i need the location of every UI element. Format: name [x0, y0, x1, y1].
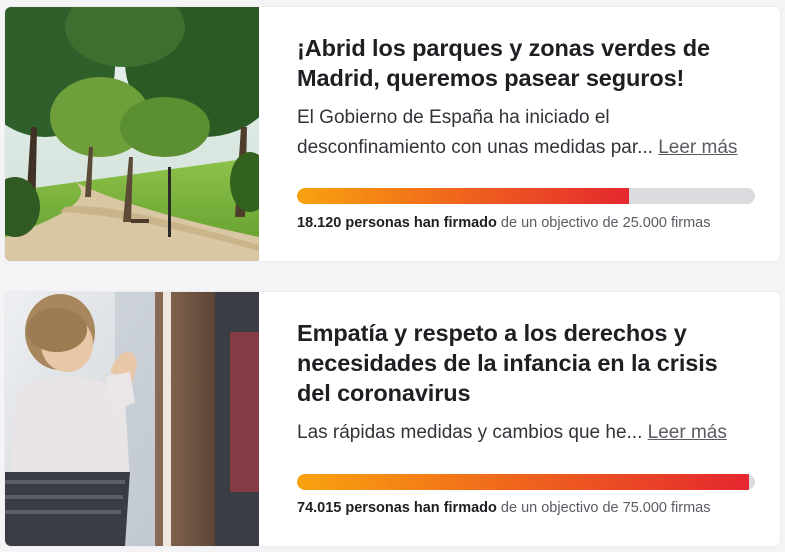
- child-at-window-photo: [5, 292, 259, 546]
- signature-goal: de un objectivo de 75.000 firmas: [500, 500, 711, 516]
- signature-count-label: personas han firmado: [345, 500, 497, 516]
- signature-stats: 18.120 personas han firmado de un object…: [297, 215, 710, 231]
- petition-list: ¡Abrid los parques y zonas verdes de Mad…: [0, 0, 785, 552]
- petition-description: Las rápidas medidas y cambios que he... …: [297, 418, 756, 448]
- read-more-link[interactable]: Leer más: [648, 422, 727, 443]
- petition-description-text: Las rápidas medidas y cambios que he...: [297, 422, 643, 443]
- petition-description-text: El Gobierno de España ha iniciado el des…: [297, 107, 653, 158]
- signature-count-label: personas han firmado: [345, 215, 497, 231]
- read-more-link[interactable]: Leer más: [658, 137, 737, 158]
- park-photo: [5, 7, 259, 261]
- petition-body: ¡Abrid los parques y zonas verdes de Mad…: [259, 7, 780, 261]
- signature-progress-bar: [297, 188, 755, 204]
- signature-progress-bar: [297, 474, 755, 490]
- petition-card[interactable]: ¡Abrid los parques y zonas verdes de Mad…: [5, 7, 780, 261]
- signature-goal: de un objectivo de 25.000 firmas: [500, 215, 711, 231]
- petition-description: El Gobierno de España ha iniciado el des…: [297, 103, 756, 163]
- signature-count: 74.015: [297, 500, 342, 516]
- petition-title[interactable]: Empatía y respeto a los derechos y neces…: [297, 318, 756, 408]
- petition-card[interactable]: Empatía y respeto a los derechos y neces…: [5, 292, 780, 546]
- petition-image-child[interactable]: [5, 292, 259, 546]
- petition-title[interactable]: ¡Abrid los parques y zonas verdes de Mad…: [297, 33, 756, 93]
- signature-count: 18.120: [297, 215, 342, 231]
- signature-progress-fill: [297, 474, 749, 490]
- signature-progress-fill: [297, 188, 629, 204]
- petition-image-park[interactable]: [5, 7, 259, 261]
- signature-stats: 74.015 personas han firmado de un object…: [297, 500, 710, 516]
- petition-body: Empatía y respeto a los derechos y neces…: [259, 292, 780, 546]
